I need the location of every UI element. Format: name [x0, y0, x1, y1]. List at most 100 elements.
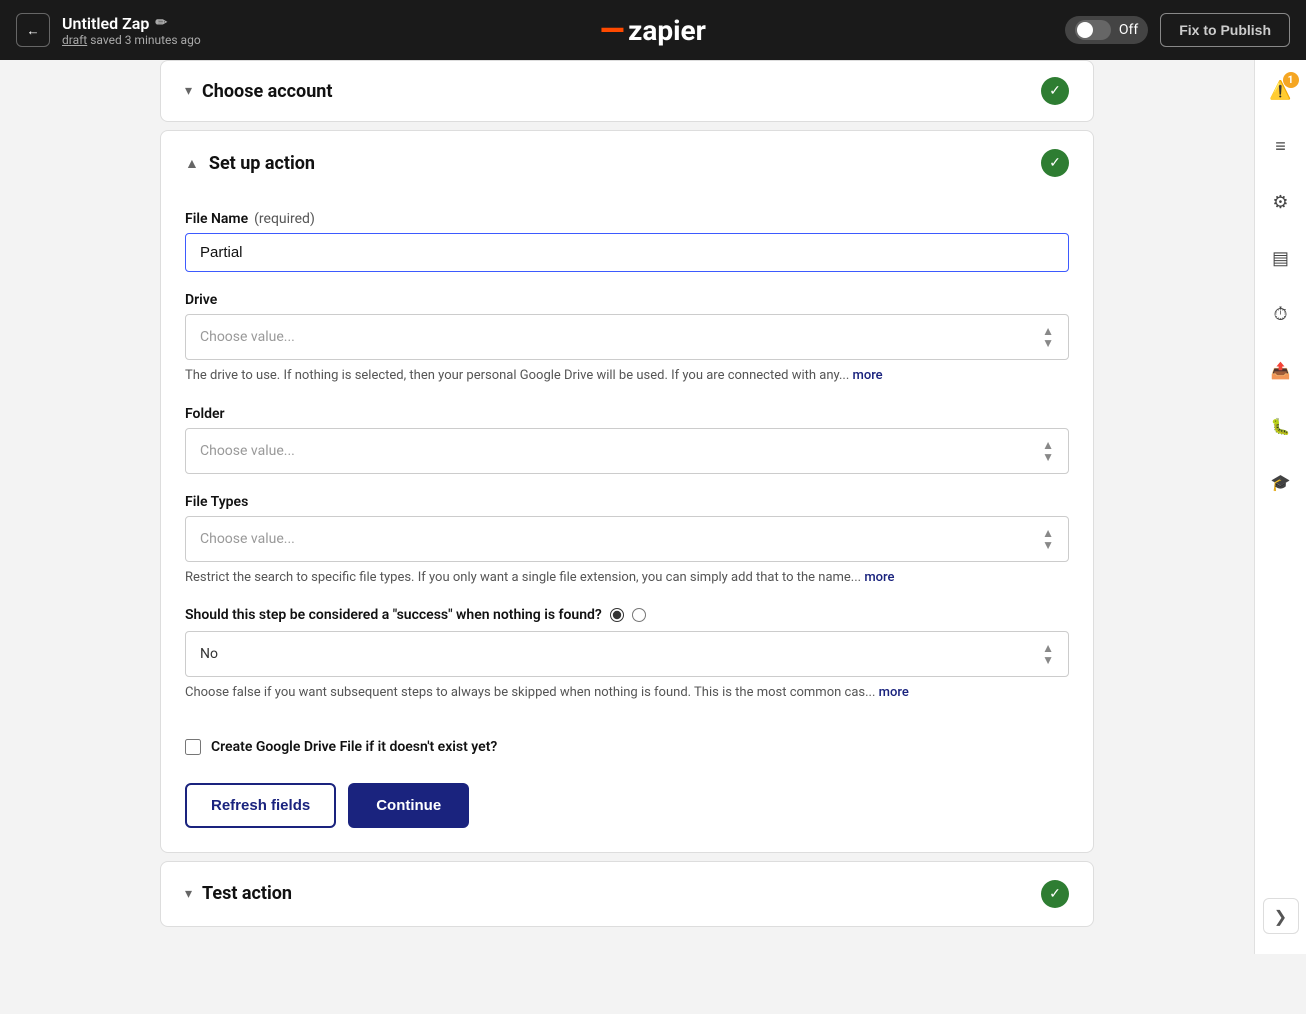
success-more-link[interactable]: more	[879, 685, 909, 700]
sidebar-education-icon[interactable]: 🎓	[1263, 464, 1299, 500]
zap-title-row: Untitled Zap ✏	[62, 14, 201, 33]
drive-description: The drive to use. If nothing is selected…	[185, 366, 1069, 386]
drive-more-link[interactable]: more	[853, 368, 883, 383]
folder-select[interactable]: Choose value... ▲▼	[185, 428, 1069, 474]
drive-placeholder: Choose value...	[200, 329, 295, 345]
create-file-checkbox[interactable]	[185, 739, 201, 755]
create-file-row: Create Google Drive File if it doesn't e…	[185, 723, 1069, 759]
toggle-label: Off	[1119, 22, 1138, 38]
file-types-label: File Types	[185, 494, 1069, 510]
test-action-header[interactable]: ▾ Test action ✓	[161, 862, 1093, 926]
top-header: ← Untitled Zap ✏ draft saved 3 minutes a…	[0, 0, 1306, 60]
success-select-value: No	[200, 646, 218, 662]
sidebar-collapse-button[interactable]: ❯	[1263, 898, 1299, 934]
file-types-description: Restrict the search to specific file typ…	[185, 568, 1069, 588]
logo-text: zapier	[628, 14, 706, 47]
success-arrows-icon: ▲▼	[1042, 642, 1054, 666]
choose-account-check: ✓	[1041, 77, 1069, 105]
file-types-placeholder: Choose value...	[200, 531, 295, 547]
refresh-fields-button[interactable]: Refresh fields	[185, 783, 336, 828]
edit-icon[interactable]: ✏	[155, 15, 167, 31]
toggle-knob[interactable]	[1075, 20, 1111, 40]
choose-account-header-left: ▾ Choose account	[185, 81, 332, 102]
setup-action-header-left: ▲ Set up action	[185, 153, 315, 174]
setup-action-card: ▲ Set up action ✓ File Name (required)	[160, 130, 1094, 853]
success-radio-no[interactable]	[632, 608, 646, 622]
test-action-header-left: ▾ Test action	[185, 883, 292, 904]
success-radio-yes[interactable]	[610, 608, 624, 622]
folder-placeholder: Choose value...	[200, 443, 295, 459]
debug-icon: 🐛	[1271, 417, 1291, 436]
zapier-logo: — zapier	[600, 11, 706, 49]
file-name-label: File Name (required)	[185, 211, 1069, 227]
action-buttons: Refresh fields Continue	[185, 783, 1069, 828]
test-action-check: ✓	[1041, 880, 1069, 908]
folder-label: Folder	[185, 406, 1069, 422]
choose-account-title: Choose account	[202, 81, 332, 102]
file-types-more-link[interactable]: more	[864, 570, 894, 585]
header-right: Off Fix to Publish	[1065, 13, 1290, 47]
folder-field-group: Folder Choose value... ▲▼	[185, 406, 1069, 474]
zap-info: Untitled Zap ✏ draft saved 3 minutes ago	[62, 14, 201, 47]
fix-to-publish-button[interactable]: Fix to Publish	[1160, 13, 1290, 47]
sidebar-warning-icon[interactable]: ⚠️ 1	[1263, 72, 1299, 108]
setup-action-check: ✓	[1041, 149, 1069, 177]
success-question-label: Should this step be considered a "succes…	[185, 607, 602, 623]
saved-time: saved 3 minutes ago	[90, 33, 200, 47]
sidebar-debug-icon[interactable]: 🐛	[1263, 408, 1299, 444]
sidebar-upload-icon[interactable]: 📤	[1263, 352, 1299, 388]
list-icon: ≡	[1275, 136, 1286, 157]
back-button[interactable]: ←	[16, 13, 50, 47]
folder-label-text: Folder	[185, 406, 225, 422]
sidebar-list-icon[interactable]: ≡	[1263, 128, 1299, 164]
collapse-icon: ❯	[1274, 907, 1287, 926]
warning-badge: 1	[1283, 72, 1299, 88]
drive-select[interactable]: Choose value... ▲▼	[185, 314, 1069, 360]
center-content: ▾ Choose account ✓ ▲ Set up action ✓ Fil	[0, 60, 1254, 954]
drive-arrows-icon: ▲▼	[1042, 325, 1054, 349]
test-action-title: Test action	[202, 883, 292, 904]
test-action-card: ▾ Test action ✓	[160, 861, 1094, 927]
right-sidebar: ⚠️ 1 ≡ ⚙ ▤ ⏱ 📤 🐛 🎓 ❯	[1254, 60, 1306, 954]
clock-icon: ⏱	[1273, 304, 1287, 325]
file-types-field-group: File Types Choose value... ▲▼ Restrict t…	[185, 494, 1069, 588]
settings-icon: ⚙	[1272, 192, 1288, 213]
file-types-select[interactable]: Choose value... ▲▼	[185, 516, 1069, 562]
setup-action-header[interactable]: ▲ Set up action ✓	[161, 131, 1093, 195]
layers-icon: ▤	[1272, 248, 1289, 269]
file-name-label-text: File Name	[185, 211, 248, 227]
file-name-field-group: File Name (required)	[185, 211, 1069, 272]
continue-button[interactable]: Continue	[348, 783, 469, 828]
file-name-input[interactable]	[185, 233, 1069, 272]
test-action-chevron-icon: ▾	[185, 886, 192, 902]
zap-subtitle: draft saved 3 minutes ago	[62, 33, 201, 47]
upload-icon: 📤	[1271, 361, 1291, 380]
sidebar-layers-icon[interactable]: ▤	[1263, 240, 1299, 276]
folder-arrows-icon: ▲▼	[1042, 439, 1054, 463]
back-icon: ←	[26, 23, 39, 38]
success-question-field-group: Should this step be considered a "succes…	[185, 607, 1069, 703]
create-file-label: Create Google Drive File if it doesn't e…	[211, 739, 497, 755]
education-icon: 🎓	[1271, 473, 1291, 492]
file-types-arrows-icon: ▲▼	[1042, 527, 1054, 551]
file-name-required: (required)	[254, 211, 315, 227]
success-description: Choose false if you want subsequent step…	[185, 683, 1069, 703]
header-left: ← Untitled Zap ✏ draft saved 3 minutes a…	[16, 13, 201, 47]
setup-action-form: File Name (required) Drive Choose value.…	[161, 195, 1093, 852]
draft-link[interactable]: draft	[62, 33, 87, 47]
sidebar-clock-icon[interactable]: ⏱	[1263, 296, 1299, 332]
file-types-label-text: File Types	[185, 494, 248, 510]
main-layout: ▾ Choose account ✓ ▲ Set up action ✓ Fil	[0, 60, 1306, 954]
logo-dash: —	[600, 11, 624, 49]
toggle-wrap[interactable]: Off	[1065, 16, 1148, 44]
sidebar-settings-icon[interactable]: ⚙	[1263, 184, 1299, 220]
chevron-down-icon: ▾	[185, 83, 192, 99]
setup-chevron-icon: ▲	[185, 155, 199, 172]
success-select[interactable]: No ▲▼	[185, 631, 1069, 677]
drive-label-text: Drive	[185, 292, 217, 308]
drive-label: Drive	[185, 292, 1069, 308]
choose-account-header[interactable]: ▾ Choose account ✓	[161, 61, 1093, 121]
drive-field-group: Drive Choose value... ▲▼ The drive to us…	[185, 292, 1069, 386]
setup-action-title: Set up action	[209, 153, 315, 174]
choose-account-card: ▾ Choose account ✓	[160, 60, 1094, 122]
